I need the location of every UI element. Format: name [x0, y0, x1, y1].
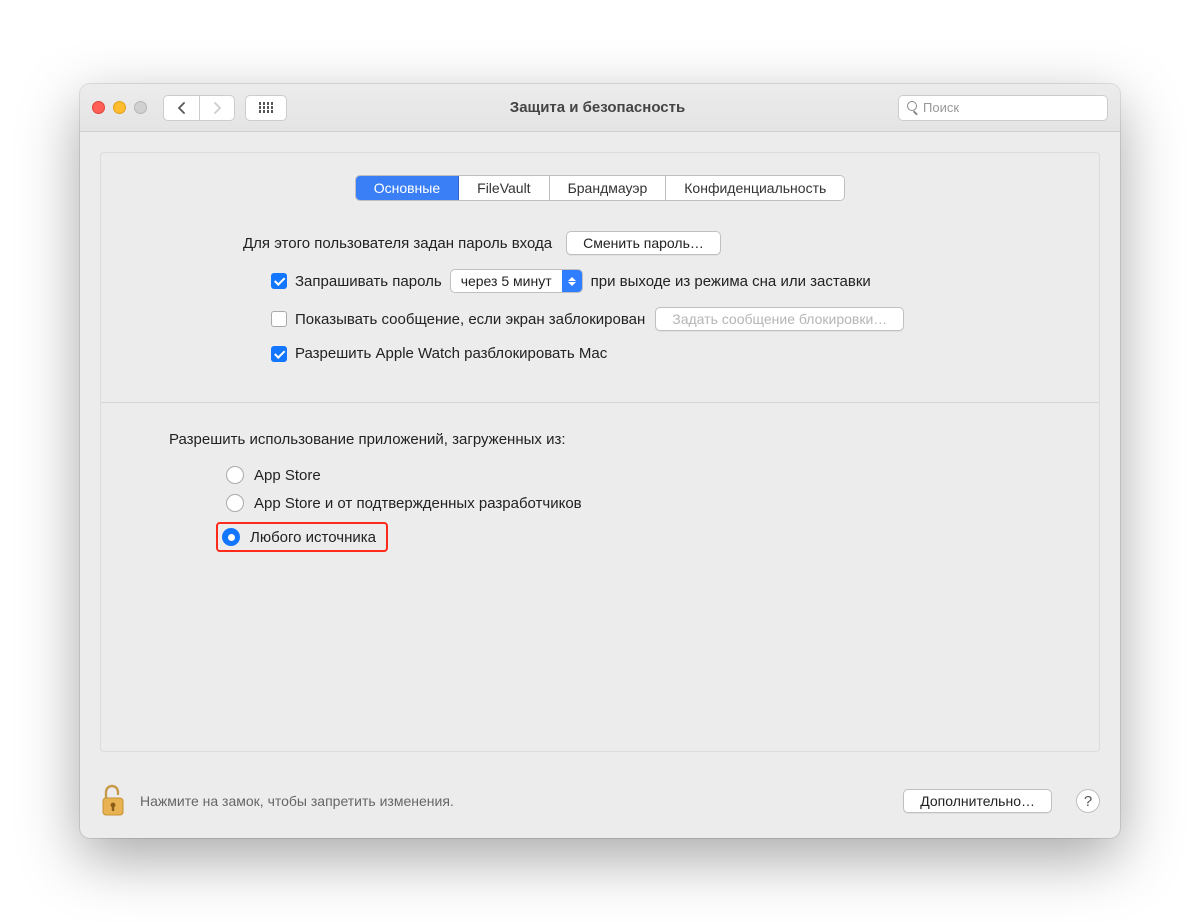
window-title: Защита и безопасность	[297, 99, 898, 116]
tabs-container: Основные FileVault Брандмауэр Конфиденци…	[131, 175, 1069, 201]
tab-privacy[interactable]: Конфиденциальность	[666, 176, 844, 200]
radio-identified-row: App Store и от подтвержденных разработчи…	[226, 494, 1069, 512]
show-message-checkbox[interactable]	[271, 311, 287, 327]
forward-button[interactable]	[199, 95, 235, 121]
advanced-button[interactable]: Дополнительно…	[903, 789, 1052, 813]
tab-filevault[interactable]: FileVault	[459, 176, 549, 200]
lock-button[interactable]	[100, 784, 126, 818]
chevron-right-icon	[213, 102, 222, 114]
chevron-left-icon	[177, 102, 186, 114]
titlebar: Защита и безопасность	[80, 84, 1120, 132]
radio-anywhere[interactable]	[222, 528, 240, 546]
show-all-button[interactable]	[245, 95, 287, 121]
radio-appstore-label: App Store	[254, 467, 321, 484]
divider	[101, 402, 1099, 403]
help-button[interactable]: ?	[1076, 789, 1100, 813]
lock-hint-text: Нажмите на замок, чтобы запретить измене…	[140, 793, 889, 809]
search-input[interactable]	[923, 100, 1099, 115]
allow-apple-watch-checkbox[interactable]	[271, 346, 287, 362]
unlocked-lock-icon	[100, 784, 126, 818]
back-button[interactable]	[163, 95, 199, 121]
preferences-window: Защита и безопасность Основные FileVault…	[80, 84, 1120, 838]
dropdown-arrows-icon	[562, 270, 582, 292]
footer: Нажмите на замок, чтобы запретить измене…	[80, 772, 1120, 838]
highlight-box: Любого источника	[216, 522, 388, 552]
window-controls	[92, 101, 147, 114]
password-set-label: Для этого пользователя задан пароль вход…	[243, 235, 552, 252]
content: Основные FileVault Брандмауэр Конфиденци…	[80, 152, 1120, 838]
tab-firewall[interactable]: Брандмауэр	[550, 176, 667, 200]
radio-appstore[interactable]	[226, 466, 244, 484]
form-area: Для этого пользователя задан пароль вход…	[131, 231, 1069, 362]
radio-anywhere-row: Любого источника	[221, 522, 1069, 552]
gatekeeper-title: Разрешить использование приложений, загр…	[169, 431, 1069, 448]
set-lock-message-button: Задать сообщение блокировки…	[655, 307, 904, 331]
allow-apple-watch-label: Разрешить Apple Watch разблокировать Mac	[295, 345, 607, 362]
require-password-checkbox[interactable]	[271, 273, 287, 289]
zoom-window-button	[134, 101, 147, 114]
tab-general[interactable]: Основные	[356, 176, 459, 200]
radio-anywhere-label: Любого источника	[250, 529, 376, 546]
nav-buttons	[163, 95, 235, 121]
grid-icon	[259, 102, 274, 113]
delay-value: через 5 минут	[451, 273, 562, 289]
close-window-button[interactable]	[92, 101, 105, 114]
search-icon	[907, 101, 917, 114]
show-message-label: Показывать сообщение, если экран заблоки…	[295, 311, 645, 328]
after-sleep-label: при выходе из режима сна или заставки	[591, 273, 871, 290]
radio-appstore-row: App Store	[226, 466, 1069, 484]
minimize-window-button[interactable]	[113, 101, 126, 114]
tabbar: Основные FileVault Брандмауэр Конфиденци…	[355, 175, 846, 201]
change-password-button[interactable]: Сменить пароль…	[566, 231, 721, 255]
search-field[interactable]	[898, 95, 1108, 121]
require-password-row: Запрашивать пароль через 5 минут при вых…	[271, 269, 1029, 293]
radio-identified-label: App Store и от подтвержденных разработчи…	[254, 495, 582, 512]
show-message-row: Показывать сообщение, если экран заблоки…	[271, 307, 1029, 331]
settings-panel: Основные FileVault Брандмауэр Конфиденци…	[100, 152, 1100, 752]
password-set-row: Для этого пользователя задан пароль вход…	[243, 231, 1029, 255]
allow-apple-watch-row: Разрешить Apple Watch разблокировать Mac	[271, 345, 1029, 362]
radio-identified[interactable]	[226, 494, 244, 512]
require-password-label: Запрашивать пароль	[295, 273, 442, 290]
delay-dropdown[interactable]: через 5 минут	[450, 269, 583, 293]
